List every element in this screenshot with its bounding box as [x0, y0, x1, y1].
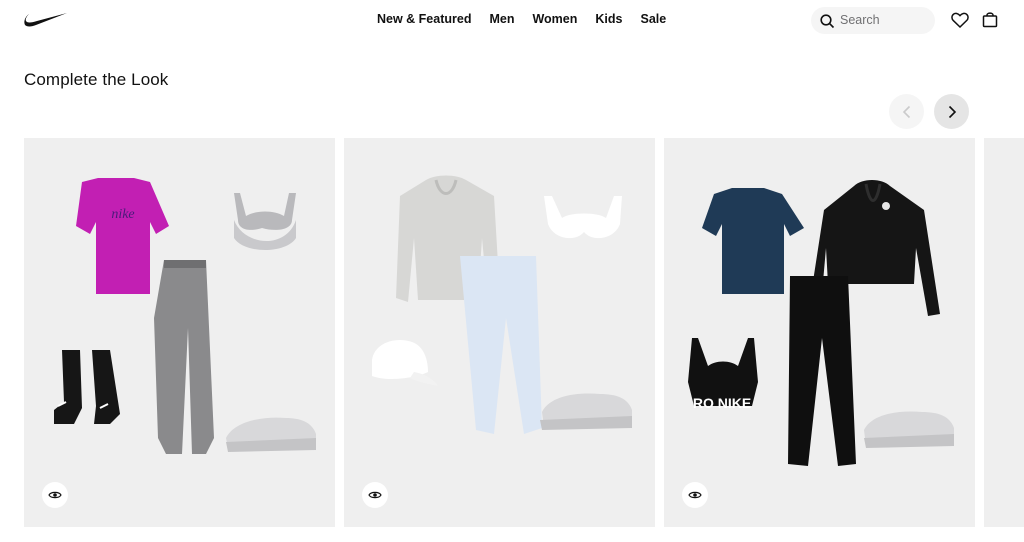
search-placeholder: Search: [840, 13, 880, 27]
eye-icon: [48, 491, 62, 499]
search-icon: [820, 14, 835, 29]
look-card[interactable]: RO NIKE: [664, 138, 975, 527]
top-nav: New & Featured Men Women Kids Sale Searc…: [0, 0, 1024, 40]
outfit-image: RO NIKE: [688, 180, 954, 466]
section-title: Complete the Look: [24, 70, 169, 89]
menu-item-women[interactable]: Women: [532, 12, 577, 26]
menu-item-sale[interactable]: Sale: [640, 12, 666, 26]
carousel-next-button[interactable]: [934, 94, 969, 129]
menu-item-new-featured[interactable]: New & Featured: [377, 12, 471, 26]
search-box[interactable]: Search: [811, 7, 935, 34]
look-card[interactable]: nike: [24, 138, 335, 527]
look-card[interactable]: [344, 138, 655, 527]
heart-icon[interactable]: [951, 12, 969, 28]
outfit-image: nike: [54, 178, 316, 454]
tee-print: nike: [111, 207, 134, 222]
eye-icon: [368, 491, 382, 499]
carousel-prev-button[interactable]: [889, 94, 924, 129]
outfit-image: [372, 175, 632, 434]
bag-icon[interactable]: [982, 11, 998, 28]
menu-item-men[interactable]: Men: [489, 12, 514, 26]
quick-view-button[interactable]: [362, 482, 388, 508]
menu-item-kids[interactable]: Kids: [595, 12, 622, 26]
chevron-right-icon: [948, 105, 956, 118]
chevron-left-icon: [902, 105, 910, 118]
main-menu: New & Featured Men Women Kids Sale: [377, 12, 666, 26]
quick-view-button[interactable]: [42, 482, 68, 508]
quick-view-button[interactable]: [682, 482, 708, 508]
look-card[interactable]: [984, 138, 1024, 527]
bra-print: RO NIKE: [693, 395, 751, 411]
eye-icon: [688, 491, 702, 499]
swoosh-icon[interactable]: [24, 10, 68, 28]
